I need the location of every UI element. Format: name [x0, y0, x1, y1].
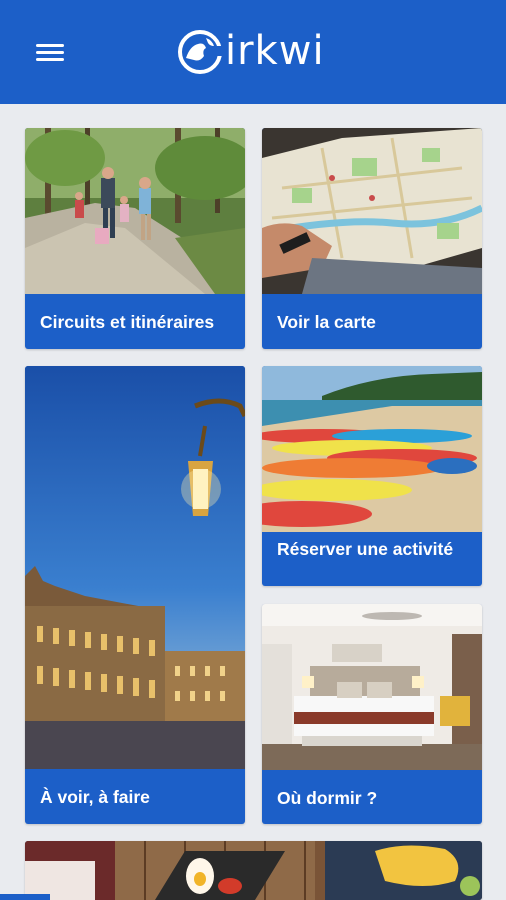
tile-sleep-label: Où dormir ? [277, 788, 378, 808]
tile-map-label: Voir la carte [277, 312, 376, 332]
tile-sleep-image [262, 604, 482, 770]
tile-activity-image [262, 366, 482, 532]
logo-text: irkwi [225, 28, 325, 74]
tile-circuits[interactable]: Circuits et itinéraires [25, 128, 245, 349]
tile-circuits-label: Circuits et itinéraires [40, 312, 215, 332]
tile-activity-label: Réserver une activité [277, 539, 454, 559]
circkwi-logo[interactable]: irkwi [176, 24, 336, 80]
tile-food-image [25, 841, 482, 900]
tile-circuits-image [25, 128, 245, 294]
hamburger-menu-icon[interactable] [34, 40, 66, 66]
tile-sleep[interactable]: Où dormir ? [262, 604, 482, 824]
tile-food[interactable] [25, 841, 482, 900]
tile-sights-image [25, 366, 245, 769]
tile-sights-label: À voir, à faire [40, 787, 150, 807]
tile-activity[interactable]: Réserver une activité [262, 366, 482, 586]
app-bar: irkwi [0, 0, 506, 104]
globe-icon [178, 30, 224, 74]
tile-sights[interactable]: À voir, à faire [25, 366, 245, 824]
tile-map[interactable]: Voir la carte [262, 128, 482, 349]
scroll-indicator [0, 894, 50, 900]
tile-map-image [262, 128, 482, 294]
